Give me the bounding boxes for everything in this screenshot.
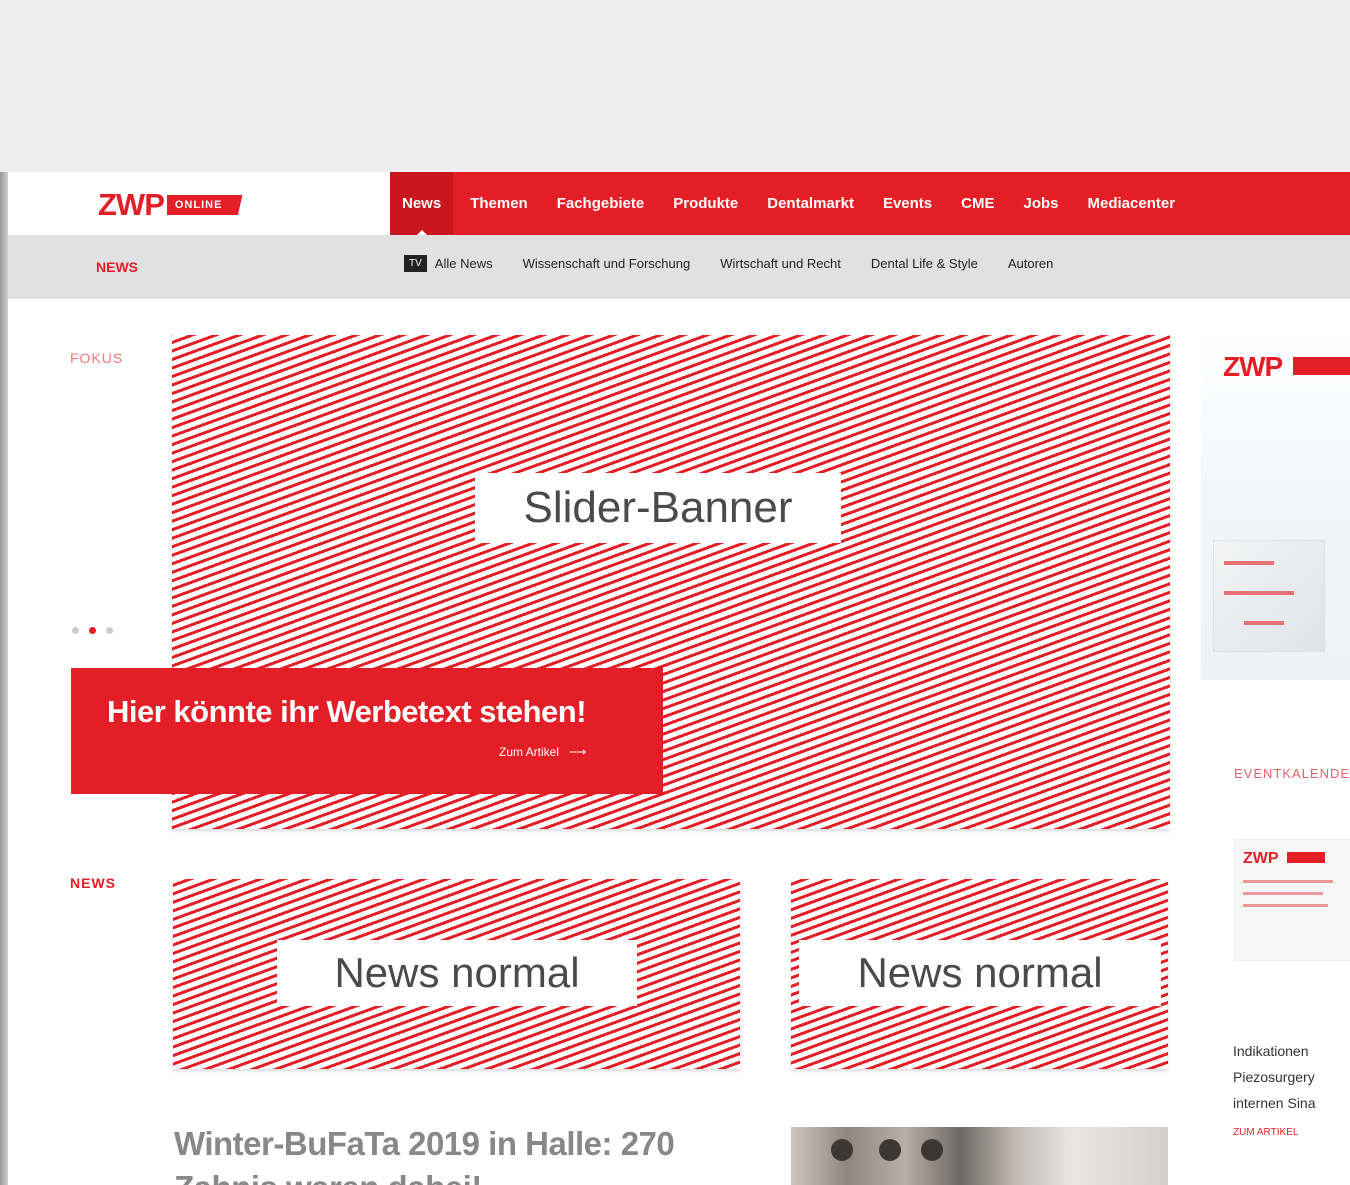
subnav-links: TV Alle News Wissenschaft und Forschung … — [404, 255, 1083, 272]
nav-item-produkte[interactable]: Produkte — [673, 195, 738, 212]
slider-pagination — [72, 627, 113, 634]
event-card-text-line — [1243, 880, 1333, 883]
news-card[interactable]: News normal — [791, 879, 1168, 1069]
event-card-text-line — [1243, 904, 1328, 907]
nav-item-cme[interactable]: CME — [961, 195, 994, 212]
article-headline[interactable]: Winter-BuFaTa 2019 in Halle: 270 Zahnis … — [174, 1122, 734, 1185]
ad-logo-badge — [1293, 357, 1350, 375]
logo-badge: ONLINE — [166, 195, 243, 215]
subnav-link-wirtschaft[interactable]: Wirtschaft und Recht — [720, 256, 841, 271]
nav-item-jobs[interactable]: Jobs — [1024, 195, 1059, 212]
news-card[interactable]: News normal — [173, 879, 740, 1069]
promo-headline[interactable]: Hier könnte ihr Werbetext stehen! — [107, 694, 587, 730]
event-card-logo-badge — [1287, 852, 1325, 863]
subnav-link-alle-news[interactable]: Alle News — [435, 256, 493, 271]
event-card-image[interactable]: ZWP — [1234, 839, 1350, 961]
sub-navigation: NEWS TV Alle News Wissenschaft und Forsc… — [8, 235, 1350, 299]
event-card-logo: ZWP — [1243, 850, 1279, 867]
nav-item-events[interactable]: Events — [883, 195, 932, 212]
slider-dot-active[interactable] — [89, 627, 96, 634]
monitor-bezel — [0, 172, 8, 1185]
sidebar-ad-banner[interactable]: ZWP — [1201, 335, 1350, 680]
slider-dot[interactable] — [106, 627, 113, 634]
event-read-more-link[interactable]: ZUM ARTIKEL — [1233, 1127, 1298, 1138]
ad-devices-image — [1213, 540, 1325, 652]
nav-item-dentalmarkt[interactable]: Dentalmarkt — [767, 195, 854, 212]
ad-logo: ZWP — [1223, 351, 1283, 382]
promo-box[interactable]: Hier könnte ihr Werbetext stehen! Zum Ar… — [71, 668, 663, 794]
event-card-text-line — [1243, 892, 1323, 895]
slider-dot[interactable] — [72, 627, 79, 634]
subnav-link-dental-life[interactable]: Dental Life & Style — [871, 256, 978, 271]
news-label: NEWS — [70, 875, 116, 891]
subnav-link-wissenschaft[interactable]: Wissenschaft und Forschung — [523, 256, 691, 271]
nav-item-themen[interactable]: Themen — [470, 195, 528, 212]
main-navigation: News Themen Fachgebiete Produkte Dentalm… — [390, 172, 1350, 236]
section-title: NEWS — [96, 259, 138, 275]
person-silhouette — [921, 1139, 943, 1161]
subnav-link-autoren[interactable]: Autoren — [1008, 256, 1054, 271]
nav-item-fachgebiete[interactable]: Fachgebiete — [557, 195, 645, 212]
person-silhouette — [879, 1139, 901, 1161]
promo-read-more-link[interactable]: Zum Artikel ⟶ — [499, 745, 586, 759]
logo-text: ZWP — [98, 187, 165, 222]
browser-page: ZWP ONLINE News Themen Fachgebiete Produ… — [8, 172, 1350, 1185]
nav-item-mediacenter[interactable]: Mediacenter — [1088, 195, 1176, 212]
person-silhouette — [831, 1139, 853, 1161]
arrow-right-icon: ⟶ — [569, 745, 587, 759]
zwp-online-logo[interactable]: ZWP ONLINE — [98, 187, 243, 222]
news-card-placeholder-label: News normal — [799, 940, 1161, 1006]
site-header: ZWP ONLINE News Themen Fachgebiete Produ… — [8, 172, 1350, 236]
article-photo[interactable] — [791, 1127, 1168, 1185]
tv-icon[interactable]: TV — [404, 255, 427, 272]
slider-placeholder-label: Slider-Banner — [475, 473, 841, 543]
promo-read-more-label: Zum Artikel — [499, 745, 560, 759]
event-teaser-text[interactable]: Indikationen Piezosurgery internen Sina — [1233, 1038, 1350, 1116]
fokus-label: FOKUS — [70, 350, 124, 366]
nav-item-news[interactable]: News — [390, 172, 454, 236]
eventkalender-label: EVENTKALENDER — [1234, 766, 1350, 781]
news-card-placeholder-label: News normal — [277, 940, 637, 1006]
